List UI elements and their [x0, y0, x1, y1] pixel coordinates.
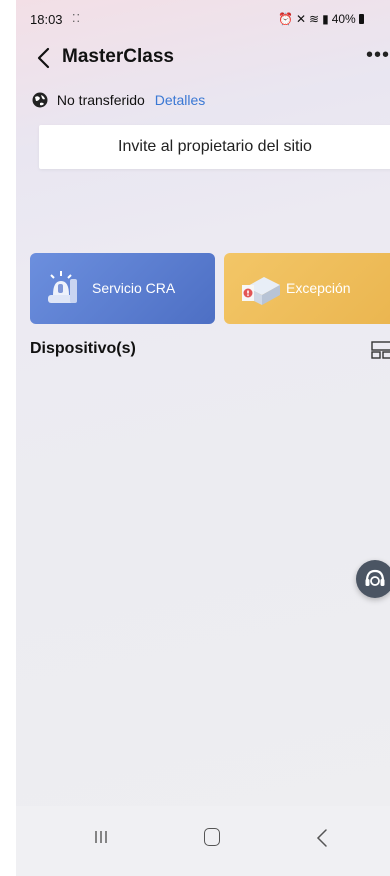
back-arrow-icon[interactable]	[34, 46, 54, 70]
support-chat-button[interactable]	[356, 560, 390, 598]
app-header: MasterClass •••	[16, 40, 390, 76]
transfer-status-row: No transferido Detalles	[32, 92, 205, 114]
mute-icon: ✕	[295, 12, 307, 26]
transfer-status-text: No transferido	[56, 92, 145, 108]
layout-toggle-icon[interactable]	[371, 341, 390, 359]
headset-icon	[365, 569, 385, 586]
status-time: 18:03	[30, 12, 63, 27]
back-nav-icon[interactable]	[315, 828, 329, 848]
exception-label: Excepción	[286, 280, 351, 296]
cra-service-label: Servicio CRA	[92, 280, 176, 296]
status-icons: ⏰ ✕ ≋ ▮ 40%	[278, 12, 367, 26]
exception-card[interactable]: Excepción	[224, 253, 390, 324]
wifi-icon: ≋	[309, 12, 320, 26]
status-notification-dots: ⁚⁚	[72, 13, 81, 25]
page-title: MasterClass	[62, 46, 174, 67]
cra-service-card[interactable]: Servicio CRA	[30, 253, 215, 324]
signal-icon: ▮	[322, 12, 329, 26]
battery-icon	[358, 14, 364, 24]
battery-percent: 40%	[331, 12, 356, 26]
details-link[interactable]: Detalles	[155, 92, 206, 108]
globe-icon	[32, 92, 48, 108]
alarm-siren-icon	[48, 271, 77, 303]
recent-apps-icon[interactable]	[93, 830, 109, 844]
invite-owner-button[interactable]: Invite al propietario del sitio	[39, 125, 390, 169]
alarm-icon: ⏰	[278, 12, 293, 26]
status-bar: 18:03 ⁚⁚ ⏰ ✕ ≋ ▮ 40%	[16, 0, 390, 40]
system-navigation-bar	[16, 806, 390, 876]
home-icon[interactable]	[204, 828, 220, 846]
exception-document-icon	[242, 277, 280, 305]
devices-section-title: Dispositivo(s)	[30, 340, 136, 357]
app-screen: 18:03 ⁚⁚ ⏰ ✕ ≋ ▮ 40% MasterClass ••• No tran…	[16, 0, 390, 876]
more-options-icon[interactable]: •••	[366, 44, 390, 67]
